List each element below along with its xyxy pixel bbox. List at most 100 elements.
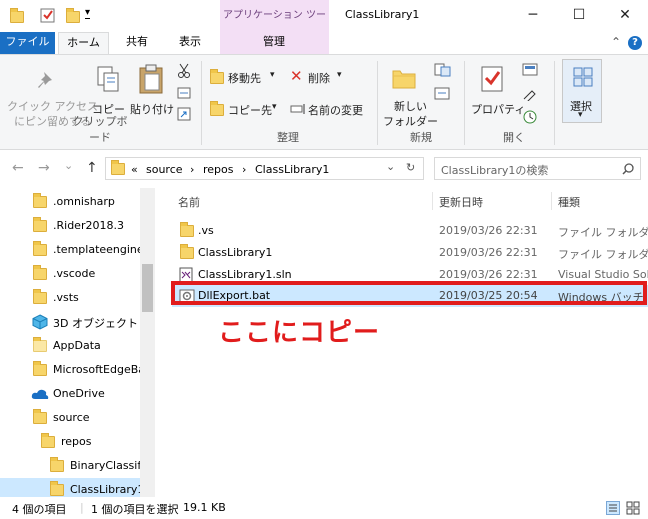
- column-separator[interactable]: [432, 192, 433, 210]
- nav-item[interactable]: repos: [0, 430, 140, 454]
- column-header-name[interactable]: 名前: [178, 194, 200, 210]
- nav-item-3d-objects[interactable]: 3D オブジェクト: [0, 310, 140, 334]
- up-button[interactable]: ↑: [86, 160, 98, 176]
- column-header-type[interactable]: 種類: [558, 194, 580, 210]
- folder-icon: [50, 481, 64, 496]
- rename-label: 名前の変更: [308, 104, 363, 117]
- recent-locations-button[interactable]: ⌄: [64, 159, 73, 172]
- folder-icon: [33, 217, 47, 232]
- copy-to-icon: [210, 101, 224, 116]
- refresh-icon[interactable]: ↻: [406, 161, 415, 174]
- nav-item-label: BinaryClassifi: [70, 459, 140, 472]
- folder-icon: [33, 265, 47, 280]
- copy-path-icon[interactable]: [177, 87, 191, 99]
- copy-to-label: コピー先: [228, 104, 272, 117]
- nav-item[interactable]: MicrosoftEdgeBa: [0, 358, 140, 382]
- delete-button[interactable]: ✕ 削除 ▾: [288, 67, 348, 87]
- move-to-button[interactable]: 移動先 ▾: [208, 67, 282, 87]
- history-icon[interactable]: [522, 109, 538, 125]
- select-dropdown-icon: ▾: [578, 110, 583, 120]
- new-folder-button[interactable]: 新しい フォルダー: [381, 59, 438, 129]
- breadcrumb-repos[interactable]: repos: [203, 163, 234, 176]
- address-bar[interactable]: « source › repos › ClassLibrary1 ⌄ ↻: [105, 157, 424, 180]
- nav-item[interactable]: source: [0, 406, 140, 430]
- details-view-icon[interactable]: [606, 501, 620, 515]
- folder-icon: [41, 433, 55, 448]
- open-icon[interactable]: [522, 63, 540, 77]
- address-row: ← → ⌄ ↑ « source › repos › ClassLibrary1…: [0, 150, 648, 188]
- nav-item[interactable]: .Rider2018.3: [0, 214, 140, 238]
- move-to-icon: [210, 69, 224, 84]
- easy-access-icon[interactable]: [434, 87, 452, 101]
- ribbon: クイック アクセス にピン留めする コピー 貼り付け クリップボード 移動先 ▾…: [0, 54, 648, 150]
- pin-icon: [38, 72, 52, 88]
- open-group-label: 開く: [503, 131, 525, 144]
- forward-button[interactable]: →: [38, 160, 50, 176]
- folder-icon: [33, 193, 47, 208]
- breadcrumb-classlibrary1[interactable]: ClassLibrary1: [255, 163, 329, 176]
- properties-button[interactable]: プロパティ: [468, 59, 525, 129]
- annotation-text: ここにコピー: [218, 318, 381, 348]
- nav-item[interactable]: .omnisharp: [0, 190, 140, 214]
- back-button[interactable]: ←: [12, 160, 24, 176]
- nav-item[interactable]: BinaryClassifi: [0, 454, 140, 478]
- tab-view[interactable]: 表示: [168, 32, 212, 54]
- edit-icon[interactable]: [522, 87, 540, 101]
- collapse-ribbon-icon[interactable]: ⌃: [611, 35, 621, 49]
- large-icons-view-icon[interactable]: [626, 501, 640, 515]
- folder-icon: [33, 409, 47, 424]
- paste-button[interactable]: 貼り付け: [127, 59, 175, 129]
- nav-scrollbar-thumb[interactable]: [142, 264, 153, 312]
- nav-item[interactable]: .templateengine: [0, 238, 140, 262]
- navigation-pane: .omnisharp .Rider2018.3 .templateengine …: [0, 188, 155, 497]
- delete-dropdown-icon: ▾: [337, 70, 342, 80]
- paste-shortcut-icon[interactable]: [177, 107, 191, 121]
- properties-label: プロパティ: [471, 103, 526, 116]
- breadcrumb-overflow[interactable]: «: [131, 163, 138, 176]
- copy-to-button[interactable]: コピー先 ▾: [208, 99, 282, 119]
- nav-item[interactable]: .vscode: [0, 262, 140, 286]
- copy-to-dropdown-icon: ▾: [272, 102, 277, 112]
- select-button[interactable]: 選択 ▾: [562, 59, 602, 123]
- column-separator[interactable]: [551, 192, 552, 210]
- rename-button[interactable]: 名前の変更: [288, 99, 372, 119]
- nav-scrollbar[interactable]: [140, 188, 155, 497]
- nav-item-onedrive[interactable]: OneDrive: [0, 382, 140, 406]
- search-input[interactable]: ClassLibrary1の検索: [434, 157, 641, 180]
- nav-item-selected[interactable]: ClassLibrary1: [0, 478, 140, 497]
- close-button[interactable]: ✕: [602, 0, 648, 32]
- tab-file[interactable]: ファイル: [0, 32, 55, 54]
- tab-share[interactable]: 共有: [115, 32, 159, 54]
- title-bar: ▾ アプリケーション ツール ClassLibrary1 ─ ☐ ✕: [0, 0, 648, 53]
- onedrive-icon: [31, 389, 49, 399]
- file-type: ファイル フォルダー: [558, 226, 648, 239]
- breadcrumb-separator[interactable]: ›: [242, 163, 246, 176]
- column-header-date[interactable]: 更新日時: [439, 194, 483, 210]
- folder-icon: [10, 8, 24, 23]
- qat-dropdown-icon[interactable]: ▾: [85, 7, 91, 19]
- file-list: 名前 更新日時 種類 .vs 2019/03/26 22:31 ファイル フォル…: [156, 188, 648, 497]
- breadcrumb-source[interactable]: source: [146, 163, 183, 176]
- new-group-label: 新規: [410, 131, 432, 144]
- new-item-icon[interactable]: [434, 63, 452, 77]
- minimize-button[interactable]: ─: [510, 0, 556, 32]
- breadcrumb-separator[interactable]: ›: [190, 163, 194, 176]
- 3d-objects-icon: [32, 314, 48, 330]
- address-dropdown-icon[interactable]: ⌄: [386, 160, 395, 173]
- nav-item-label: ClassLibrary1: [70, 483, 140, 496]
- properties-qat-icon[interactable]: [40, 8, 56, 23]
- cut-icon[interactable]: [177, 63, 191, 79]
- file-type: Visual Studio Solu: [558, 268, 648, 281]
- maximize-button[interactable]: ☐: [556, 0, 602, 32]
- tab-home[interactable]: ホーム: [58, 32, 109, 54]
- new-folder-qat-icon[interactable]: [66, 8, 80, 23]
- nav-item-label: .vsts: [53, 291, 79, 304]
- tab-manage[interactable]: 管理: [252, 32, 296, 54]
- file-row[interactable]: .vs 2019/03/26 22:31 ファイル フォルダー: [172, 220, 648, 242]
- file-row[interactable]: ClassLibrary1 2019/03/26 22:31 ファイル フォルダ…: [172, 242, 648, 264]
- select-icon: [573, 67, 593, 87]
- new-folder-icon: [392, 70, 416, 89]
- help-icon[interactable]: ?: [628, 36, 642, 50]
- nav-item[interactable]: .vsts: [0, 286, 140, 310]
- nav-item[interactable]: AppData: [0, 334, 140, 358]
